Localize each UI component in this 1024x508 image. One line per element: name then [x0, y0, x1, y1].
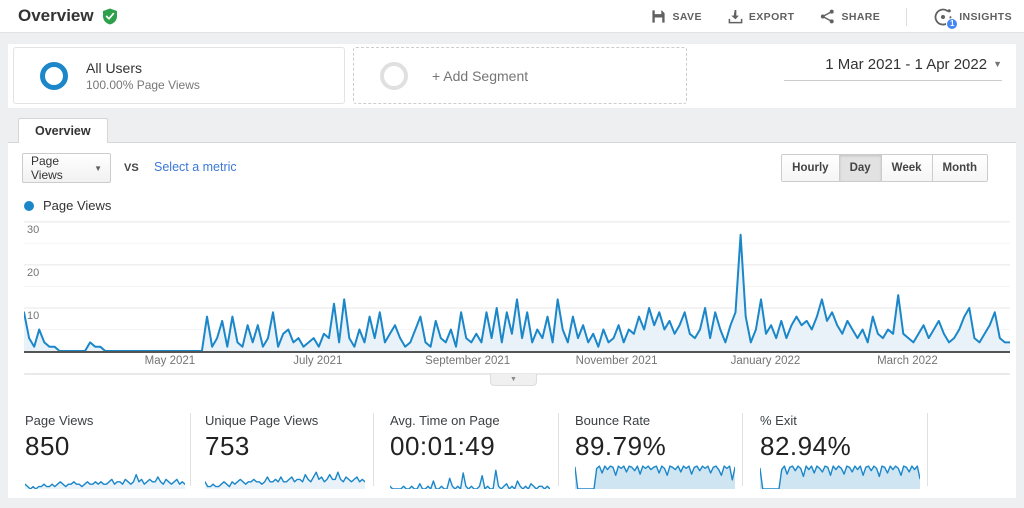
tab-overview-label: Overview: [35, 124, 91, 138]
segment-subtitle: 100.00% Page Views: [86, 78, 200, 92]
sparkline-page-views: [25, 465, 185, 489]
header-actions: SAVE EXPORT SHARE: [651, 0, 1012, 33]
granularity-month-button[interactable]: Month: [933, 155, 987, 181]
granularity-hourly-button[interactable]: Hourly: [782, 155, 839, 181]
add-segment-ring-icon: [380, 62, 408, 90]
card-percent-exit[interactable]: % Exit 82.94%: [760, 413, 924, 494]
header-divider: [906, 8, 907, 26]
card-divider: [373, 413, 374, 486]
x-axis-label: January 2022: [731, 355, 801, 367]
date-caret-icon: ▼: [993, 59, 1002, 69]
report-panel: Page Views ▼ VS Select a metric Hourly D…: [8, 142, 1016, 498]
dropdown-caret-icon: ▼: [94, 164, 102, 173]
card-divider: [190, 413, 191, 486]
sparkline-avg-time: [390, 465, 550, 489]
card-label: Page Views: [25, 413, 189, 428]
segments-bar: All Users 100.00% Page Views + Add Segme…: [8, 44, 1016, 108]
verified-shield-icon: [102, 8, 118, 25]
card-page-views[interactable]: Page Views 850: [25, 413, 189, 494]
vs-label: VS: [124, 162, 139, 174]
granularity-day-button[interactable]: Day: [840, 155, 882, 181]
card-value: 850: [25, 431, 189, 462]
card-bounce-rate[interactable]: Bounce Rate 89.79%: [575, 413, 739, 494]
select-metric-link[interactable]: Select a metric: [154, 160, 237, 174]
card-avg-time[interactable]: Avg. Time on Page 00:01:49: [390, 413, 554, 494]
chevron-down-icon: ▼: [510, 376, 517, 383]
card-unique-page-views[interactable]: Unique Page Views 753: [205, 413, 369, 494]
add-segment-button[interactable]: + Add Segment: [353, 47, 687, 104]
segment-ring-icon: [40, 62, 68, 90]
export-icon: [728, 9, 743, 24]
export-button[interactable]: EXPORT: [728, 9, 795, 24]
card-divider: [742, 413, 743, 486]
legend-label: Page Views: [43, 198, 111, 213]
card-value: 753: [205, 431, 369, 462]
ga-overview-page: Overview SAVE EXPORT: [0, 0, 1024, 508]
card-value: 89.79%: [575, 431, 739, 462]
card-value: 00:01:49: [390, 431, 554, 462]
insights-label: INSIGHTS: [959, 11, 1012, 23]
card-label: Bounce Rate: [575, 413, 739, 428]
legend-dot-icon: [24, 201, 34, 211]
metric-cards-row: Page Views 850 Unique Page Views 753 Avg…: [8, 411, 1016, 491]
save-icon: [651, 9, 666, 24]
x-axis-label: November 2021: [576, 355, 658, 367]
granularity-week-button[interactable]: Week: [882, 155, 933, 181]
card-label: % Exit: [760, 413, 924, 428]
timeline-chart-svg: [24, 215, 1010, 351]
export-label: EXPORT: [749, 11, 795, 23]
card-divider: [558, 413, 559, 486]
segment-all-users[interactable]: All Users 100.00% Page Views: [13, 47, 345, 104]
y-axis-label: 20: [27, 267, 39, 279]
card-label: Avg. Time on Page: [390, 413, 554, 428]
page-title: Overview: [18, 6, 94, 26]
card-label: Unique Page Views: [205, 413, 369, 428]
x-axis-label: March 2022: [877, 355, 938, 367]
date-range-value: 1 Mar 2021 - 1 Apr 2022: [825, 56, 987, 73]
segment-title: All Users: [86, 60, 200, 76]
chart-collapse-button[interactable]: ▼: [490, 374, 537, 386]
granularity-toggle: Hourly Day Week Month: [781, 154, 988, 182]
save-button[interactable]: SAVE: [651, 9, 701, 24]
sparkline-unique-page-views: [205, 465, 365, 489]
date-range-picker[interactable]: 1 Mar 2021 - 1 Apr 2022 ▼: [784, 56, 1002, 81]
top-header: Overview SAVE EXPORT: [0, 0, 1024, 33]
sparkline-percent-exit: [760, 465, 920, 489]
sparkline-bounce-rate: [575, 465, 735, 489]
card-value: 82.94%: [760, 431, 924, 462]
x-axis-label: May 2021: [145, 355, 196, 367]
chart-legend: Page Views: [24, 198, 111, 213]
metric-selector-dropdown[interactable]: Page Views ▼: [22, 153, 111, 183]
insights-button[interactable]: 1 INSIGHTS: [933, 7, 1012, 27]
x-axis-label: July 2021: [293, 355, 342, 367]
x-axis-line: [24, 351, 1010, 353]
share-button[interactable]: SHARE: [820, 9, 880, 24]
save-label: SAVE: [672, 11, 701, 23]
bottom-strip: [0, 498, 1024, 508]
page-views-chart[interactable]: 10 20 30: [24, 215, 1010, 351]
add-segment-label: + Add Segment: [432, 68, 528, 84]
x-axis: May 2021 July 2021 September 2021 November …: [24, 355, 1010, 371]
metric-selector-value: Page Views: [31, 154, 94, 182]
y-axis-label: 10: [27, 310, 39, 322]
date-underline: [784, 80, 1002, 81]
tab-overview[interactable]: Overview: [18, 118, 108, 143]
card-divider: [927, 413, 928, 486]
insights-badge: 1: [946, 18, 958, 30]
x-axis-label: September 2021: [425, 355, 510, 367]
y-axis-label: 30: [27, 224, 39, 236]
share-icon: [820, 9, 835, 24]
share-label: SHARE: [841, 11, 880, 23]
